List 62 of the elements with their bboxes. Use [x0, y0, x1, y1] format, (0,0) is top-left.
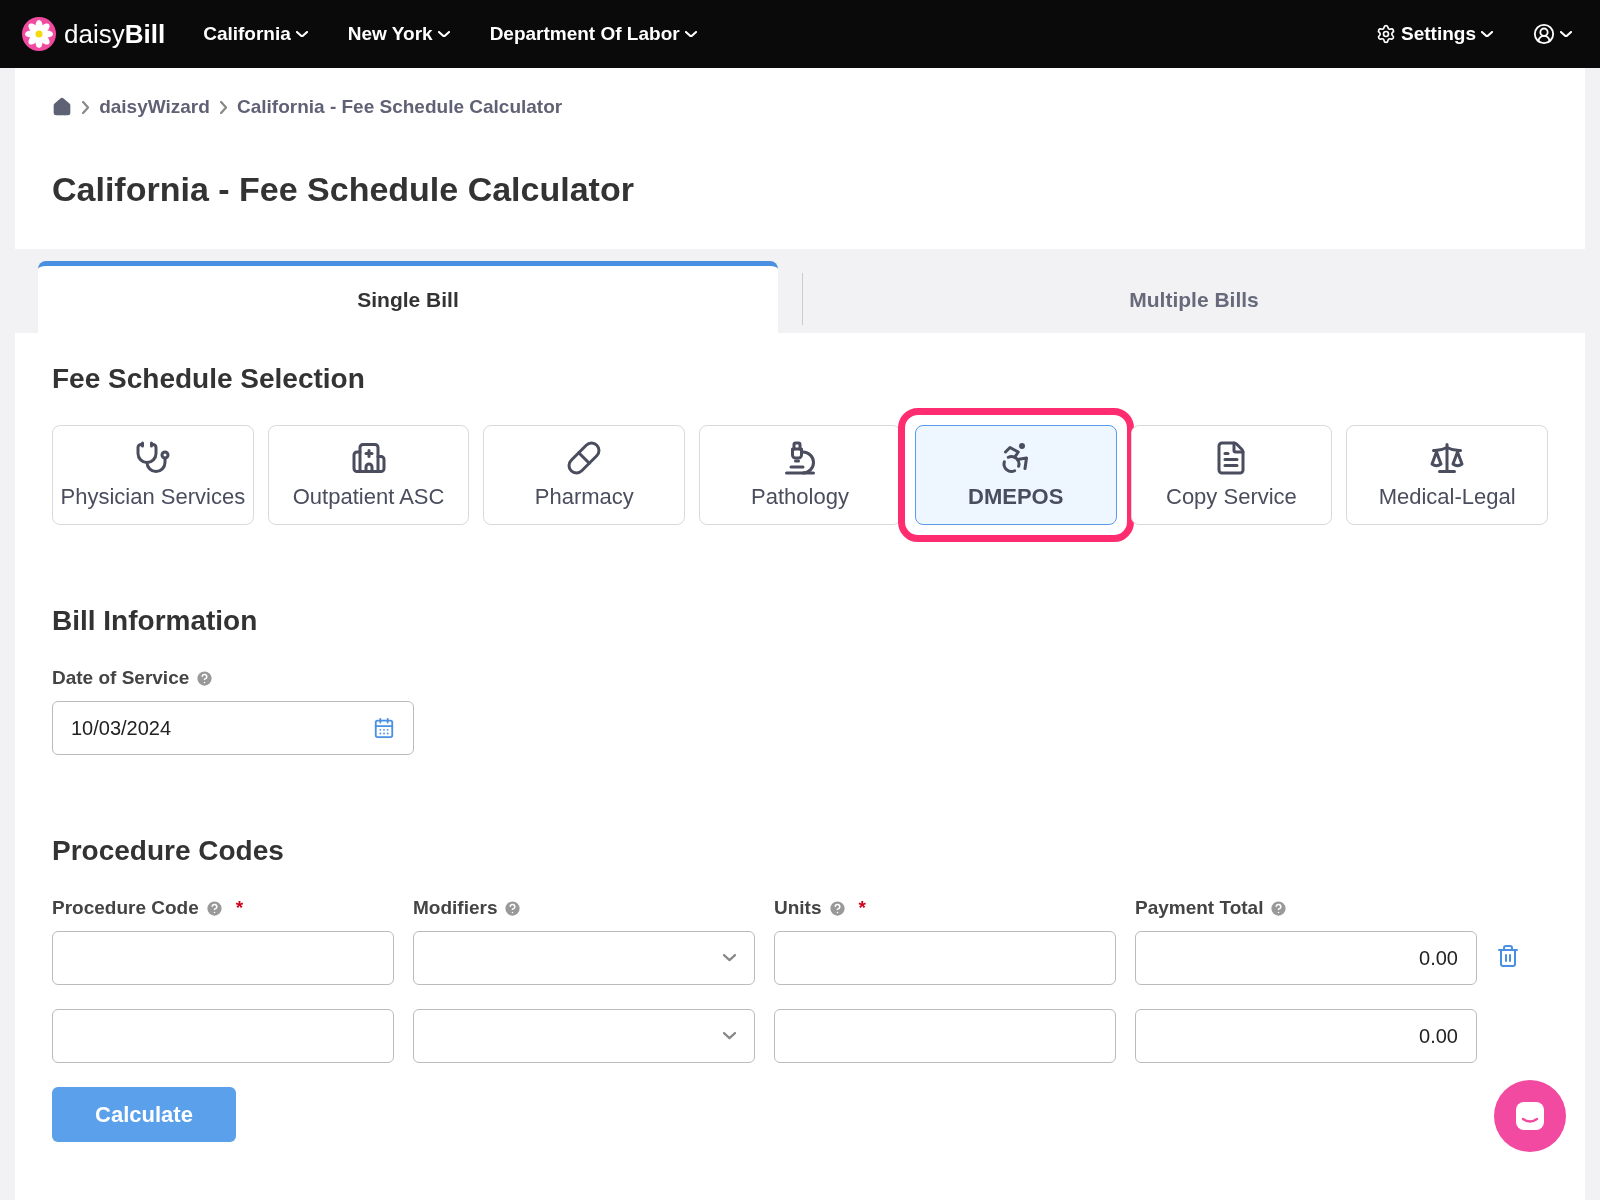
field-label: Payment Total: [1135, 897, 1264, 919]
chevron-icon: [82, 100, 90, 114]
fee-schedule-card[interactable]: DMEPOS: [914, 425, 1117, 525]
breadcrumb-link[interactable]: California - Fee Schedule Calculator: [237, 96, 563, 118]
fee-schedule-card[interactable]: Pharmacy: [483, 425, 686, 525]
tab[interactable]: Single Bill: [38, 261, 778, 333]
dropdown-field[interactable]: [413, 1009, 755, 1063]
gear-icon: [1376, 24, 1397, 44]
nav-menu[interactable]: New York: [341, 23, 456, 45]
chevron-icon: [219, 100, 227, 114]
trash-icon[interactable]: [1496, 944, 1520, 968]
fee-schedule-card[interactable]: Pathology: [699, 425, 901, 525]
fee-schedule-card[interactable]: Copy Service: [1130, 425, 1333, 525]
date-field[interactable]: 10/03/2024: [52, 701, 414, 755]
pill-icon: [566, 440, 603, 476]
section-heading: Fee Schedule Selection: [52, 363, 366, 395]
input-field[interactable]: [52, 1009, 394, 1063]
breadcrumb-link[interactable]: daisyWizard: [99, 96, 210, 118]
scale-icon: [1429, 440, 1466, 476]
section-heading: Bill Information: [52, 605, 259, 637]
fee-schedule-card[interactable]: Physician Services: [52, 425, 254, 525]
help-icon[interactable]: [503, 898, 523, 918]
dropdown-field[interactable]: [413, 931, 755, 985]
chat-icon: [1513, 1099, 1547, 1133]
field-label: Procedure Code: [52, 897, 199, 919]
chevron-icon: [684, 30, 697, 38]
field-label: Date of Service: [52, 667, 190, 689]
field-label: Modifiers: [413, 897, 498, 919]
nav-menu[interactable]: Department Of Labor: [483, 23, 703, 45]
microscope-icon: [782, 440, 818, 476]
help-icon[interactable]: [1269, 898, 1289, 918]
payment-total-field[interactable]: 0.00: [1135, 1009, 1477, 1063]
user-icon: [1533, 23, 1555, 45]
nav-menu[interactable]: California: [197, 23, 314, 45]
chevron-icon: [1560, 30, 1572, 38]
home-icon[interactable]: [52, 97, 72, 117]
required-marker: *: [858, 897, 866, 919]
hospital-icon: [350, 440, 387, 476]
chevron-icon: [437, 30, 450, 38]
section-heading: Procedure Codes: [52, 835, 285, 867]
input-field[interactable]: [774, 931, 1116, 985]
help-icon[interactable]: [195, 668, 215, 688]
stethoscope-icon: [134, 440, 171, 476]
input-field[interactable]: [774, 1009, 1116, 1063]
brand-name: daisyBill: [64, 18, 166, 50]
fee-schedule-card[interactable]: Medical-Legal: [1346, 425, 1548, 525]
chevron-icon: [723, 954, 736, 962]
input-field[interactable]: [52, 931, 394, 985]
calendar-icon[interactable]: [373, 717, 395, 739]
flower-logo-icon: [22, 17, 56, 51]
page-title: California - Fee Schedule Calculator: [52, 170, 635, 209]
fee-schedule-card[interactable]: Outpatient ASC: [267, 425, 470, 525]
tab[interactable]: Multiple Bills: [803, 261, 1585, 333]
chevron-icon: [295, 30, 308, 38]
payment-total-field[interactable]: 0.00: [1135, 931, 1477, 985]
chevron-icon: [723, 1032, 736, 1040]
settings-menu[interactable]: Settings: [1370, 23, 1499, 45]
chevron-icon: [1481, 30, 1493, 38]
field-label: Units: [774, 897, 822, 919]
required-marker: *: [235, 897, 244, 919]
help-icon[interactable]: [827, 898, 847, 918]
help-icon[interactable]: [204, 898, 224, 918]
